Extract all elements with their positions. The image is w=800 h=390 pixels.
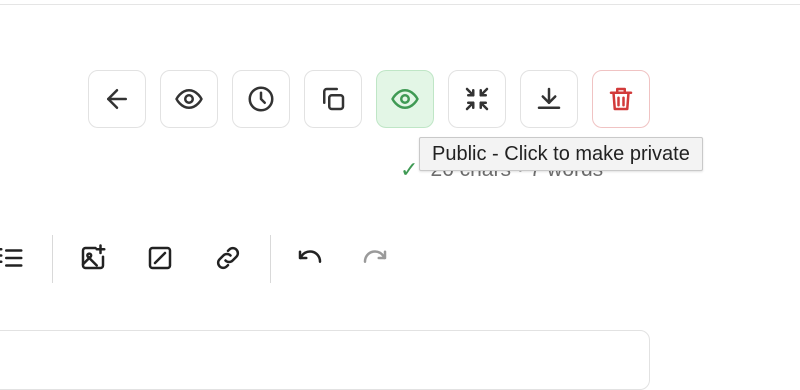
- toolbar-separator: [52, 235, 53, 283]
- image-plus-icon: [81, 244, 106, 270]
- undo-button[interactable]: [290, 238, 330, 278]
- collapse-button[interactable]: [448, 70, 506, 128]
- preview-button[interactable]: [160, 70, 218, 128]
- redo-button[interactable]: [355, 238, 395, 278]
- list-button[interactable]: [0, 238, 30, 278]
- history-button[interactable]: [232, 70, 290, 128]
- eye-icon: [175, 89, 203, 109]
- redo-icon: [363, 250, 387, 263]
- undo-icon: [298, 250, 322, 263]
- minimize-icon: [465, 87, 489, 111]
- arrow-left-icon: [107, 89, 127, 109]
- format-toolbar: [0, 230, 800, 290]
- check-icon: ✓: [400, 157, 419, 182]
- tooltip-text: Public - Click to make private: [432, 142, 690, 165]
- clock-icon: [248, 86, 274, 112]
- link-button[interactable]: [208, 238, 248, 278]
- copy-button[interactable]: [304, 70, 362, 128]
- list-icon: [0, 248, 23, 267]
- toolbar-separator: [270, 235, 271, 283]
- visibility-tooltip: Public - Click to make private: [419, 137, 703, 171]
- visibility-toggle-button[interactable]: [376, 70, 434, 128]
- download-icon: [537, 87, 561, 109]
- eye-icon: [391, 89, 419, 109]
- trash-icon: [609, 87, 633, 111]
- copy-icon: [323, 87, 345, 111]
- delete-button[interactable]: [592, 70, 650, 128]
- link-icon: [216, 246, 240, 270]
- square-slash-icon: [148, 246, 172, 270]
- download-button[interactable]: [520, 70, 578, 128]
- embed-button[interactable]: [140, 238, 180, 278]
- editor-area[interactable]: [0, 330, 650, 390]
- back-button[interactable]: [88, 70, 146, 128]
- insert-image-button[interactable]: [73, 238, 113, 278]
